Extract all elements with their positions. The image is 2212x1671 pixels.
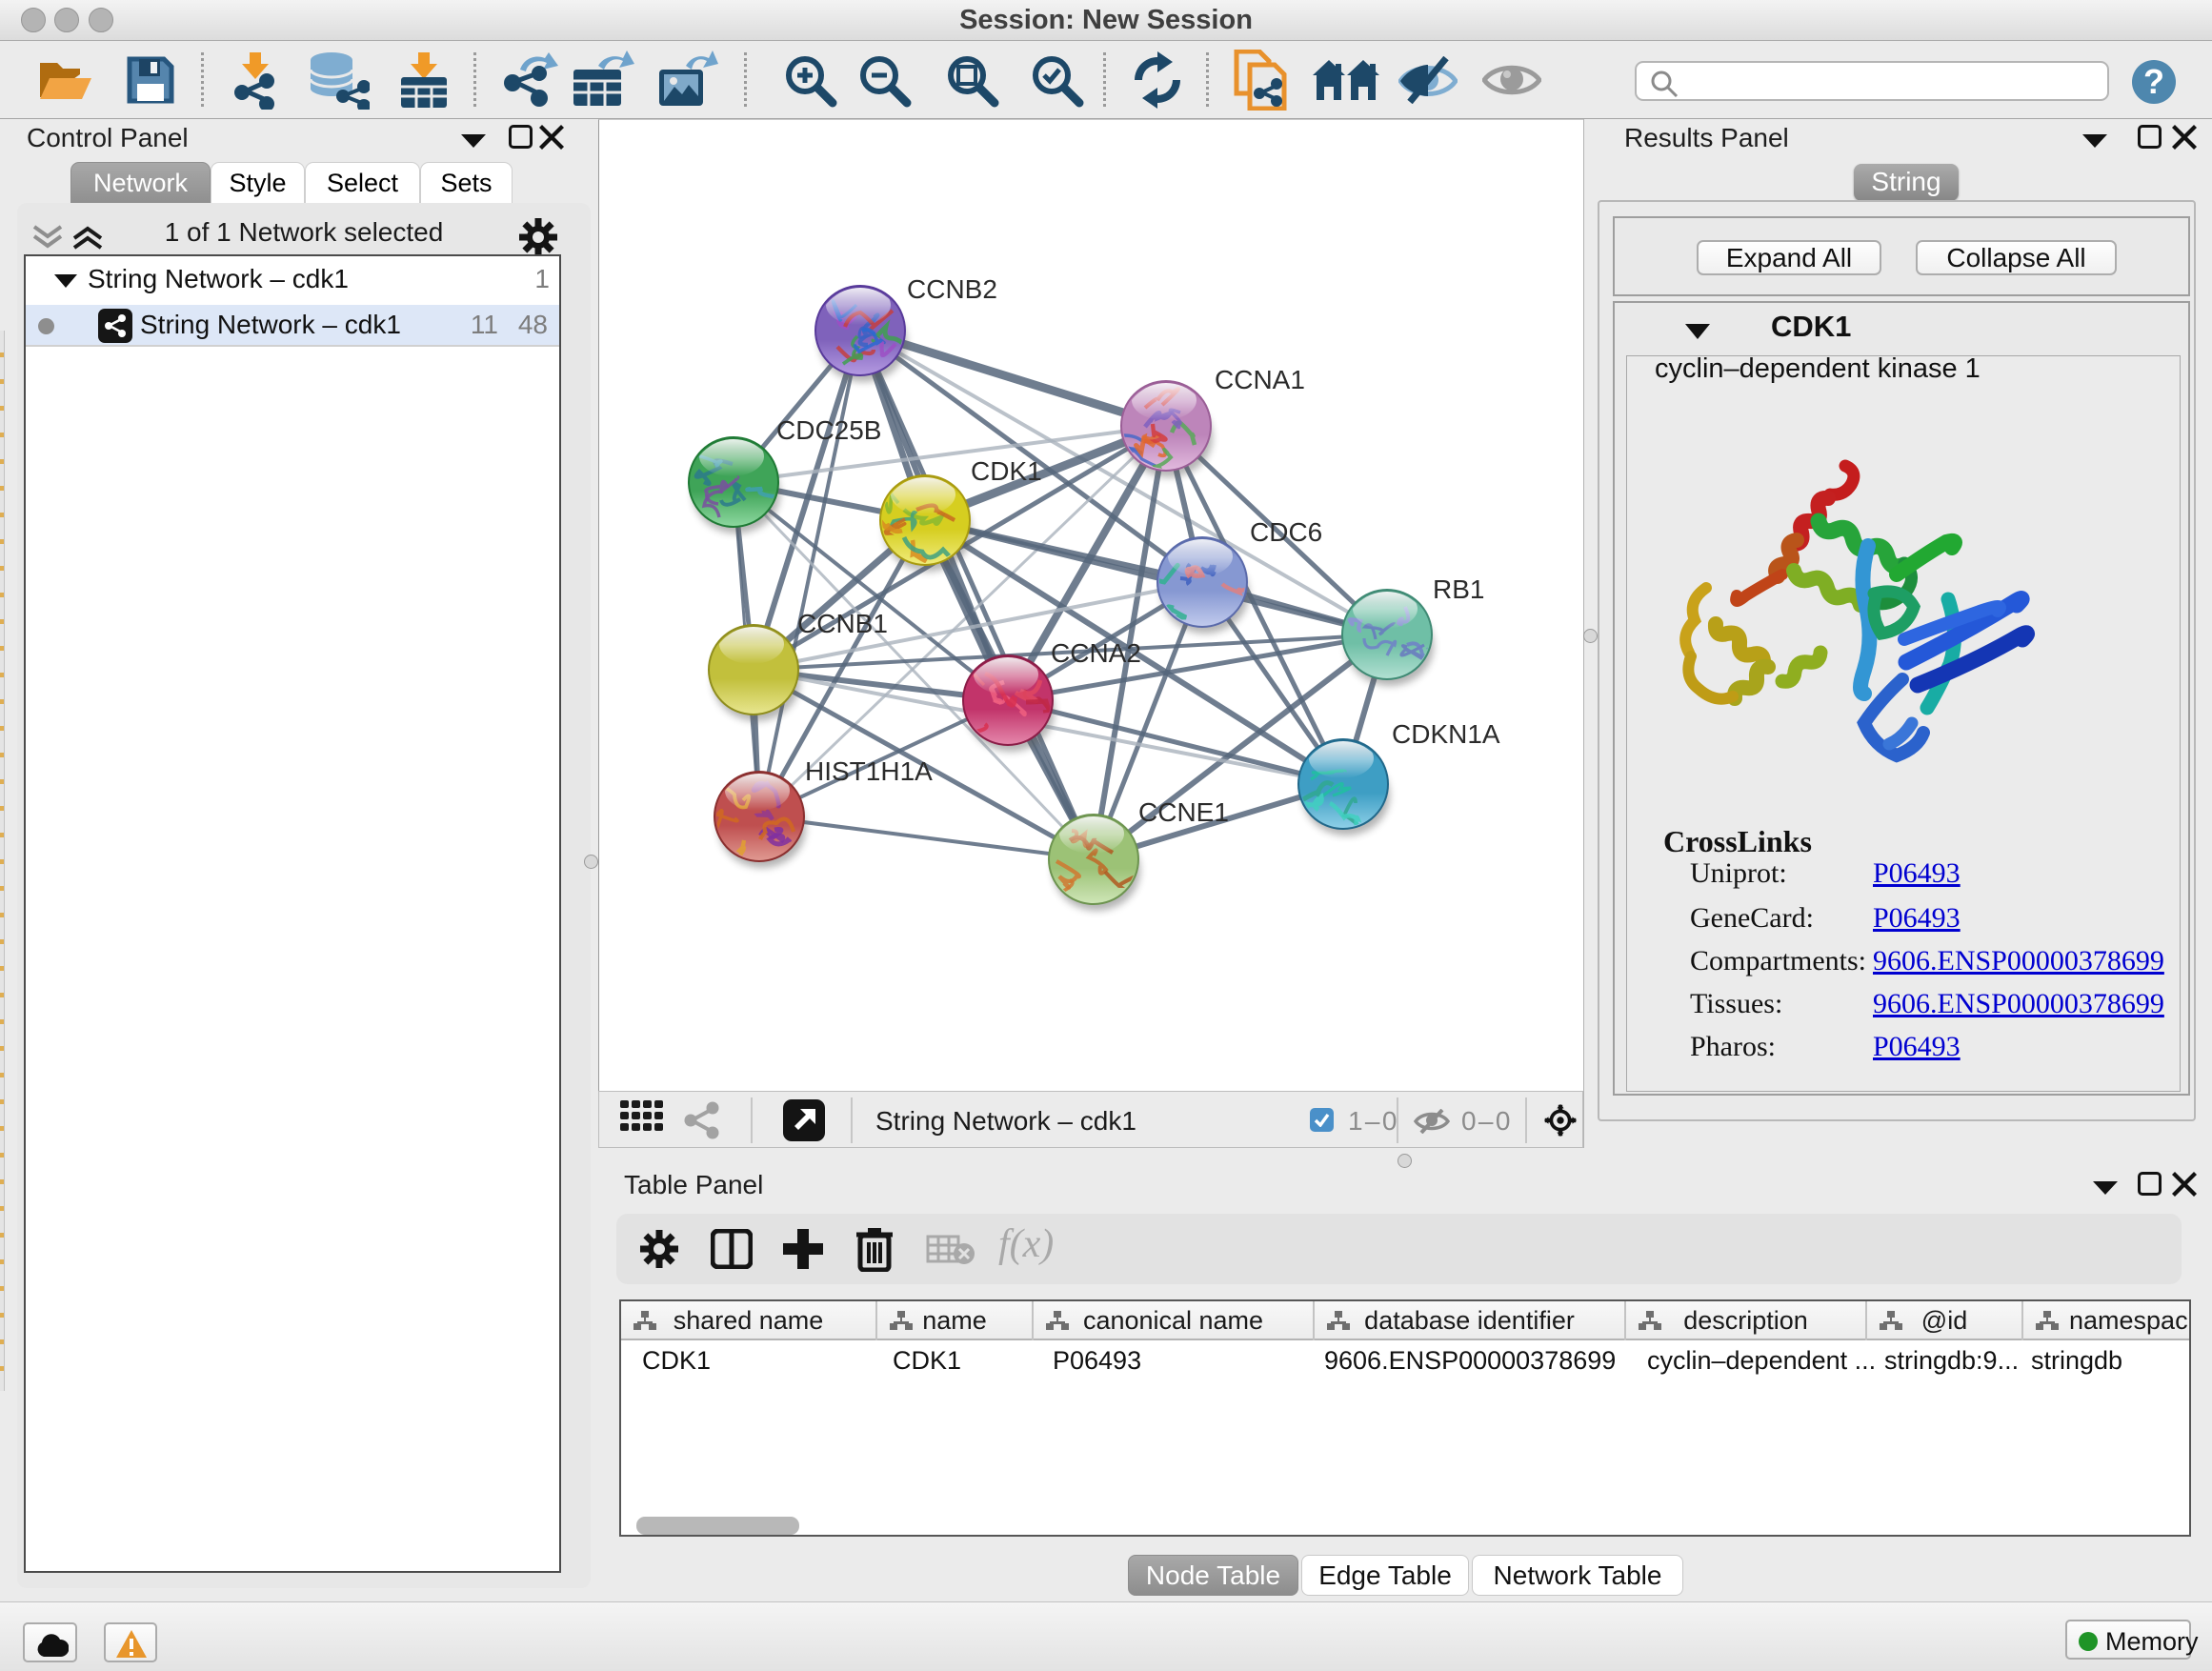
svg-text:HIST1H1A: HIST1H1A	[805, 756, 933, 786]
svg-text:CDC6: CDC6	[1250, 517, 1322, 547]
svg-text:RB1: RB1	[1433, 574, 1484, 604]
svg-text:CDKN1A: CDKN1A	[1392, 719, 1500, 749]
svg-text:CDC25B: CDC25B	[776, 415, 881, 445]
svg-text:CCNA1: CCNA1	[1215, 365, 1305, 394]
svg-text:CCNE1: CCNE1	[1138, 797, 1229, 827]
svg-text:CDK1: CDK1	[971, 456, 1042, 486]
svg-text:CCNB1: CCNB1	[797, 609, 888, 638]
svg-text:CCNA2: CCNA2	[1051, 638, 1141, 668]
svg-text:CCNB2: CCNB2	[907, 274, 997, 304]
